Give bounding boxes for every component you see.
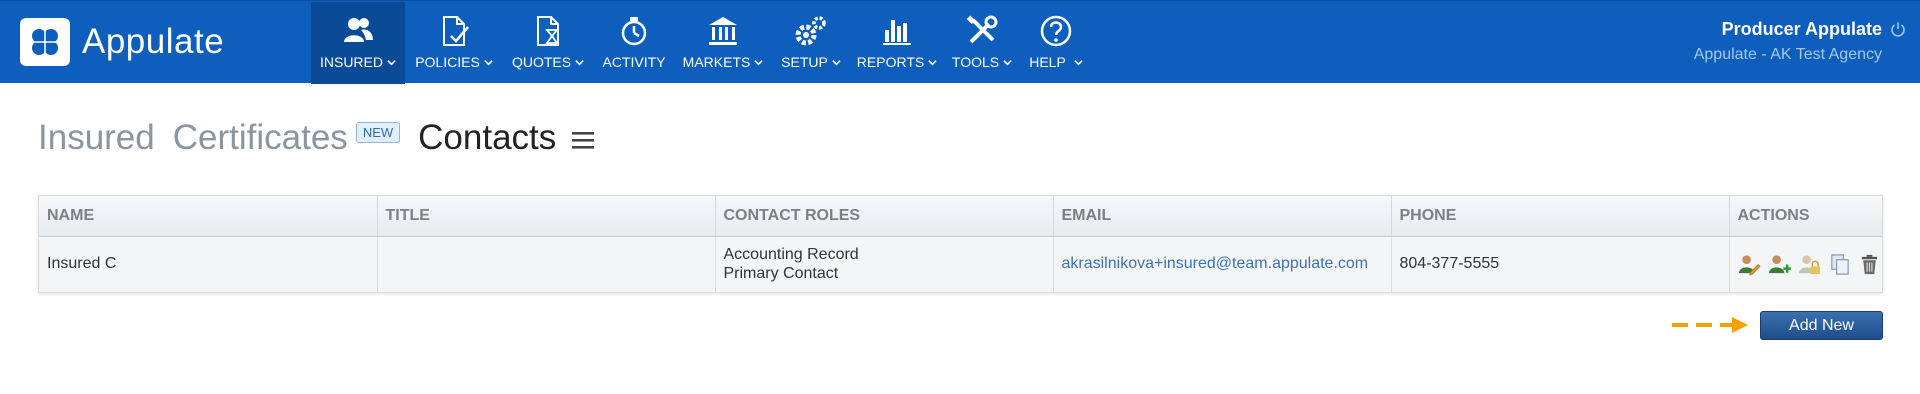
page-tabs: Insured Certificates NEW Contacts bbox=[38, 118, 596, 158]
contact-role: Primary Contact bbox=[723, 265, 839, 283]
table-row: Insured C Accounting Record Primary Cont… bbox=[39, 236, 1882, 292]
column-header-title[interactable]: TITLE bbox=[377, 196, 716, 237]
column-header-actions: ACTIONS bbox=[1729, 196, 1882, 237]
app-logo[interactable]: Appulate bbox=[20, 18, 224, 66]
contact-role: Accounting Record bbox=[723, 246, 859, 264]
hamburger-menu-icon[interactable] bbox=[570, 128, 596, 152]
chevron-down-icon bbox=[1074, 59, 1083, 65]
copy-icon[interactable] bbox=[1828, 253, 1851, 276]
chevron-down-icon bbox=[928, 59, 937, 65]
user-agency: Appulate - AK Test Agency bbox=[1693, 46, 1882, 63]
lock-user-icon[interactable] bbox=[1798, 253, 1821, 276]
help-icon bbox=[1040, 15, 1072, 47]
add-new-button[interactable]: Add New bbox=[1760, 311, 1883, 340]
cell-phone: 804-377-5555 bbox=[1391, 236, 1730, 292]
cell-email: akrasilnikova+insured@team.appulate.com bbox=[1053, 236, 1392, 292]
nav-label-setup: SETUP bbox=[781, 54, 828, 70]
user-name: Producer Appulate bbox=[1721, 19, 1882, 39]
nav-label-help: HELP bbox=[1029, 54, 1066, 70]
cell-actions bbox=[1729, 236, 1882, 292]
power-icon[interactable] bbox=[1890, 21, 1906, 37]
nav-label-reports: REPORTS bbox=[856, 54, 925, 70]
column-header-contact-roles[interactable]: CONTACT ROLES bbox=[715, 196, 1054, 237]
column-header-email[interactable]: EMAIL bbox=[1053, 196, 1392, 237]
document-hourglass-icon bbox=[537, 16, 559, 46]
gears-icon bbox=[795, 16, 826, 46]
nav-setup[interactable]: SETUP bbox=[771, 2, 851, 84]
chevron-down-icon bbox=[387, 59, 396, 65]
table-header-row: NAME TITLE CONTACT ROLES EMAIL PHONE ACT… bbox=[39, 196, 1882, 237]
chevron-down-icon bbox=[754, 59, 764, 65]
add-user-icon[interactable] bbox=[1768, 253, 1791, 276]
contacts-table: NAME TITLE CONTACT ROLES EMAIL PHONE ACT… bbox=[38, 195, 1883, 293]
nav-policies[interactable]: POLICIES bbox=[405, 2, 503, 84]
top-navbar: Appulate INSURED POLICIES QUOTES ACTIVIT… bbox=[0, 0, 1920, 84]
nav-tools[interactable]: TOOLS bbox=[943, 2, 1021, 84]
cell-title bbox=[377, 236, 716, 292]
nav-label-activity: ACTIVITY bbox=[602, 54, 666, 70]
cell-name: Insured C bbox=[39, 236, 378, 292]
column-header-phone[interactable]: PHONE bbox=[1391, 196, 1730, 237]
stopwatch-icon bbox=[621, 17, 647, 46]
chevron-down-icon bbox=[1003, 59, 1012, 65]
tab-insured[interactable]: Insured bbox=[38, 118, 155, 158]
cell-contact-roles: Accounting Record Primary Contact bbox=[715, 236, 1054, 292]
nav-activity[interactable]: ACTIVITY bbox=[593, 2, 675, 84]
nav-markets[interactable]: MARKETS bbox=[675, 2, 771, 84]
main-nav: INSURED POLICIES QUOTES ACTIVITY MARKETS… bbox=[311, 2, 1091, 84]
nav-label-policies: POLICIES bbox=[415, 54, 480, 70]
bank-icon bbox=[709, 17, 737, 45]
app-name: Appulate bbox=[82, 22, 225, 61]
tab-certificates[interactable]: Certificates bbox=[173, 118, 348, 158]
nav-label-quotes: QUOTES bbox=[511, 54, 572, 70]
nav-label-markets: MARKETS bbox=[682, 54, 751, 70]
nav-insured[interactable]: INSURED bbox=[311, 2, 405, 84]
nav-reports[interactable]: REPORTS bbox=[851, 2, 943, 84]
document-check-icon bbox=[443, 16, 469, 46]
nav-label-insured: INSURED bbox=[319, 54, 383, 70]
dashed-arrow-icon bbox=[1672, 317, 1748, 333]
edit-user-icon[interactable] bbox=[1738, 253, 1761, 276]
chevron-down-icon bbox=[832, 59, 841, 65]
nav-quotes[interactable]: QUOTES bbox=[503, 2, 593, 84]
chevron-down-icon bbox=[484, 59, 493, 65]
nav-label-tools: TOOLS bbox=[951, 54, 1000, 70]
clover-logo-icon bbox=[20, 18, 70, 66]
tools-icon bbox=[966, 15, 998, 44]
column-header-name[interactable]: NAME bbox=[39, 196, 378, 237]
trash-icon[interactable] bbox=[1858, 253, 1881, 276]
user-info[interactable]: Producer Appulate Appulate - AK Test Age… bbox=[1694, 19, 1882, 64]
users-icon bbox=[344, 18, 373, 42]
email-link[interactable]: akrasilnikova+insured@team.appulate.com bbox=[1062, 255, 1369, 272]
tab-contacts: Contacts bbox=[418, 118, 557, 157]
bar-chart-icon bbox=[883, 20, 911, 45]
new-badge: NEW bbox=[355, 121, 401, 143]
chevron-down-icon bbox=[575, 59, 584, 65]
nav-help[interactable]: HELP bbox=[1021, 2, 1091, 84]
